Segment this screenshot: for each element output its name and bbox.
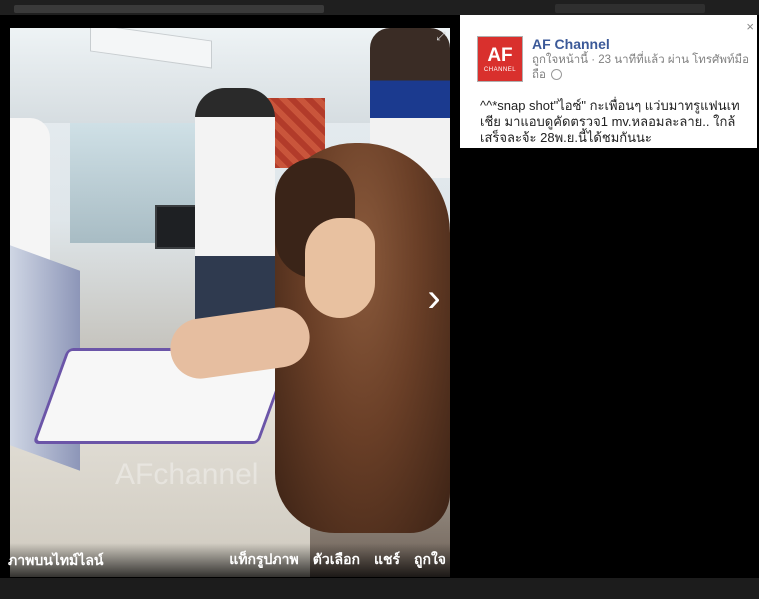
- photo-watermark: AFchannel: [115, 458, 259, 491]
- background-top-bar: [0, 0, 759, 15]
- photo-person-back: [195, 88, 275, 328]
- post-meta: ถูกใจหน้านี้ · 23 นาทีที่แล้ว ผ่าน โทรศั…: [532, 54, 750, 81]
- post-info-panel: × AF CHANNEL AF Channel ถูกใจหน้านี้ · 2…: [460, 15, 757, 148]
- share-button[interactable]: แชร์: [374, 549, 400, 571]
- page-avatar[interactable]: AF CHANNEL: [477, 36, 523, 82]
- photo-person-left: [10, 118, 50, 268]
- timeline-photos-link[interactable]: ภาพบนไทม์ไลน์: [8, 550, 103, 572]
- tag-photo-button[interactable]: แท็กรูปภาพ: [229, 549, 298, 571]
- photo-actions: แท็กรูปภาพ ตัวเลือก แชร์ ถูกใจ: [229, 549, 446, 571]
- next-photo-icon[interactable]: ›: [420, 278, 448, 318]
- globe-icon: [551, 69, 563, 81]
- options-button[interactable]: ตัวเลือก: [313, 549, 360, 571]
- post-text: ^^*snap shot"ไอซ์" กะเพื่อนๆ แว่บมาทรูแฟ…: [480, 98, 740, 145]
- background-search-bar: [14, 5, 324, 13]
- like-button[interactable]: ถูกใจ: [414, 549, 446, 571]
- liked-by-label: ถูกใจหน้านี้: [532, 54, 589, 66]
- avatar-logo-sub: CHANNEL: [483, 66, 517, 73]
- background-bottom-strip: [0, 578, 759, 599]
- avatar-logo-mark: AF: [487, 44, 513, 66]
- fullscreen-icon[interactable]: ⤢: [434, 29, 448, 43]
- photo-stage: AFchannel ⤢ › ภาพบนไทม์ไลน์ แท็กรูปภาพ ต…: [8, 28, 450, 577]
- post-timestamp[interactable]: 23 นาทีที่แล้ว: [598, 54, 664, 66]
- photo-girl-face: [305, 218, 375, 318]
- background-user-nav: [555, 4, 705, 13]
- close-icon[interactable]: ×: [746, 19, 754, 34]
- page-name-link[interactable]: AF Channel: [532, 36, 610, 52]
- photo[interactable]: AFchannel: [10, 28, 450, 577]
